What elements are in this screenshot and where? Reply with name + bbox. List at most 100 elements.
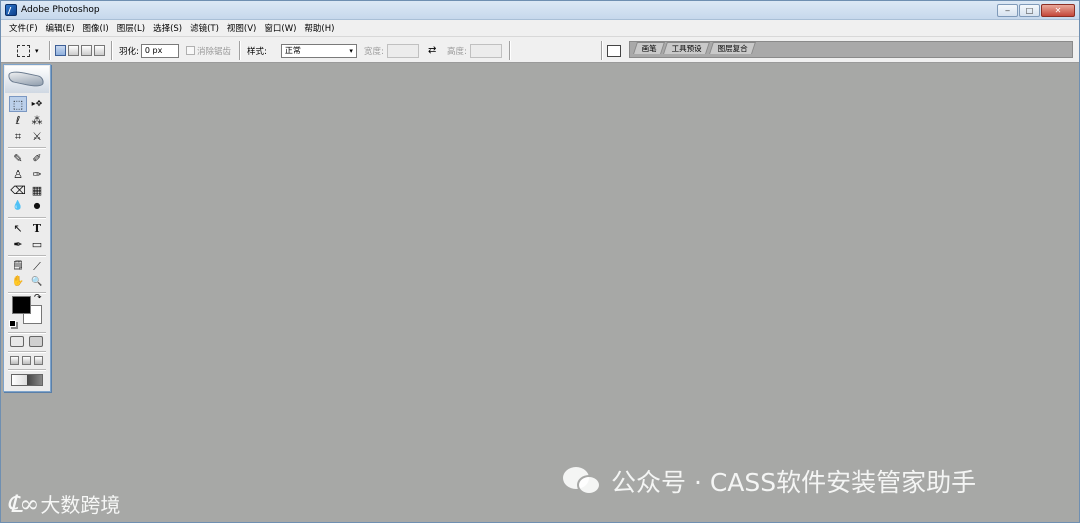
tab-brushes[interactable]: 画笔 xyxy=(633,42,665,54)
menu-image[interactable]: 图像(I) xyxy=(79,22,113,34)
notes-tool-icon[interactable]: 🗒 xyxy=(9,258,27,274)
rectangle-shape-tool-icon[interactable]: ▭ xyxy=(28,236,46,252)
toolbox-header[interactable] xyxy=(5,66,49,93)
wechat-watermark: 公众号 · CASS软件安装管家助手 xyxy=(563,463,976,499)
divider xyxy=(111,41,113,60)
photoshop-window: Adobe Photoshop ‒ □ ✕ 文件(F) 编辑(E) 图像(I) … xyxy=(0,0,1080,523)
feather-logo-icon xyxy=(7,69,45,89)
menu-file[interactable]: 文件(F) xyxy=(5,22,42,34)
pen-tool-icon[interactable]: ✒ xyxy=(9,236,27,252)
swap-colors-icon[interactable]: ↷ xyxy=(34,293,42,303)
standard-screen-mode-icon[interactable] xyxy=(10,356,19,365)
default-colors-icon[interactable] xyxy=(9,320,16,327)
menu-view[interactable]: 视图(V) xyxy=(223,22,260,34)
blur-tool-icon[interactable]: 💧 xyxy=(9,198,27,214)
tab-layer-comps-label: 图层复合 xyxy=(717,44,748,53)
menu-bar: 文件(F) 编辑(E) 图像(I) 图层(L) 选择(S) 滤镜(T) 视图(V… xyxy=(1,20,1079,36)
chevron-down-icon: ▾ xyxy=(349,46,353,55)
style-group: 样式: 正常 ▾ xyxy=(247,37,357,64)
eyedropper-tool-icon[interactable]: ⟋ xyxy=(28,258,46,274)
photoshop-app-icon[interactable] xyxy=(5,4,17,16)
quick-mask-mode-icon[interactable] xyxy=(29,336,43,347)
standard-mode-icon[interactable] xyxy=(10,336,24,347)
add-to-selection-icon[interactable] xyxy=(68,45,79,56)
slice-tool-icon[interactable]: ⚔ xyxy=(28,128,46,144)
full-screen-mode-icon[interactable] xyxy=(34,356,43,365)
divider xyxy=(509,41,511,60)
divider xyxy=(601,41,603,60)
type-tool-icon[interactable]: T xyxy=(28,220,46,236)
toolbox-divider xyxy=(8,369,46,371)
full-screen-menu-mode-icon[interactable] xyxy=(22,356,31,365)
chevron-down-icon: ▾ xyxy=(35,46,39,55)
brand-watermark-text: 大数跨境 xyxy=(40,493,121,517)
close-button[interactable]: ✕ xyxy=(1041,4,1075,17)
width-group: 宽度: xyxy=(364,37,419,64)
menu-window[interactable]: 窗口(W) xyxy=(260,22,300,34)
toolbox-divider xyxy=(8,255,46,257)
brush-tool-icon[interactable]: ✐ xyxy=(28,150,46,166)
lasso-tool-icon[interactable]: ℓ xyxy=(9,112,27,128)
width-input[interactable] xyxy=(386,43,419,58)
width-label: 宽度: xyxy=(364,46,384,57)
window-title: Adobe Photoshop xyxy=(21,5,100,15)
divider xyxy=(49,41,51,60)
clone-stamp-tool-icon[interactable]: ♙ xyxy=(9,166,27,182)
foreground-color-swatch[interactable] xyxy=(12,296,31,314)
menu-filter[interactable]: 滤镜(T) xyxy=(186,22,223,34)
zoom-tool-icon[interactable]: 🔍 xyxy=(28,274,46,290)
antialias-checkbox[interactable] xyxy=(186,46,195,55)
file-browser-glyph-icon xyxy=(607,44,621,57)
height-input[interactable] xyxy=(469,43,502,58)
wechat-watermark-text: 公众号 · CASS软件安装管家助手 xyxy=(611,468,977,497)
tool-preset-picker[interactable]: ▾ xyxy=(17,37,39,64)
dodge-tool-icon[interactable]: ● xyxy=(28,198,46,214)
style-label: 样式: xyxy=(247,46,267,57)
eraser-tool-icon[interactable]: ⌫ xyxy=(9,182,27,198)
file-browser-icon[interactable] xyxy=(607,37,621,64)
window-controls: ‒ □ ✕ xyxy=(997,4,1075,17)
tab-layer-comps[interactable]: 图层复合 xyxy=(709,42,756,54)
toolbox-divider xyxy=(8,147,46,149)
brand-logo-icon: ℄∞ xyxy=(7,489,39,518)
style-select[interactable]: 正常 ▾ xyxy=(280,43,357,58)
magic-wand-tool-icon[interactable]: ⁂ xyxy=(28,112,46,128)
path-selection-tool-icon[interactable]: ↖ xyxy=(9,220,27,236)
jump-to-imageready-icon[interactable] xyxy=(11,374,43,386)
antialias-group: 消除锯齿 xyxy=(186,37,231,64)
menu-edit[interactable]: 编辑(E) xyxy=(42,22,79,34)
menu-select[interactable]: 选择(S) xyxy=(149,22,186,34)
new-selection-icon[interactable] xyxy=(55,45,66,56)
feather-label: 羽化: xyxy=(119,46,139,57)
gradient-tool-icon[interactable]: ▦ xyxy=(28,182,46,198)
title-bar[interactable]: Adobe Photoshop ‒ □ ✕ xyxy=(1,1,1079,20)
menu-help[interactable]: 帮助(H) xyxy=(300,22,338,34)
swap-dimensions-icon[interactable]: ⇄ xyxy=(428,37,436,64)
maximize-button[interactable]: □ xyxy=(1019,4,1040,17)
toolbox-divider xyxy=(8,217,46,219)
height-group: 高度: xyxy=(447,37,502,64)
feather-group: 羽化: xyxy=(119,37,179,64)
tab-brushes-label: 画笔 xyxy=(641,44,657,53)
brand-watermark: ℄∞ 大数跨境 xyxy=(7,489,120,518)
hand-tool-icon[interactable]: ✋ xyxy=(9,274,27,290)
toolbox-divider xyxy=(8,332,46,334)
antialias-label: 消除锯齿 xyxy=(197,46,232,57)
crop-tool-icon[interactable]: ⌗ xyxy=(9,128,27,144)
selection-mode-group xyxy=(55,37,107,64)
rect-marquee-tool-icon[interactable]: ⬚ xyxy=(9,96,27,112)
height-label: 高度: xyxy=(447,46,467,57)
options-bar: ▾ 羽化: 消除锯齿 样式: 正常 ▾ 宽度: xyxy=(1,36,1079,63)
intersect-selection-icon[interactable] xyxy=(94,45,105,56)
move-tool-icon[interactable]: ▸✥ xyxy=(28,96,46,112)
wechat-icon xyxy=(563,465,603,497)
minimize-button[interactable]: ‒ xyxy=(997,4,1018,17)
tab-tool-presets-label: 工具预设 xyxy=(671,44,702,53)
subtract-selection-icon[interactable] xyxy=(81,45,92,56)
menu-layer[interactable]: 图层(L) xyxy=(113,22,149,34)
healing-brush-tool-icon[interactable]: ✎ xyxy=(9,150,27,166)
tab-tool-presets[interactable]: 工具预设 xyxy=(663,42,710,54)
divider xyxy=(239,41,241,60)
feather-input[interactable] xyxy=(140,43,179,58)
history-brush-tool-icon[interactable]: ✑ xyxy=(28,166,46,182)
